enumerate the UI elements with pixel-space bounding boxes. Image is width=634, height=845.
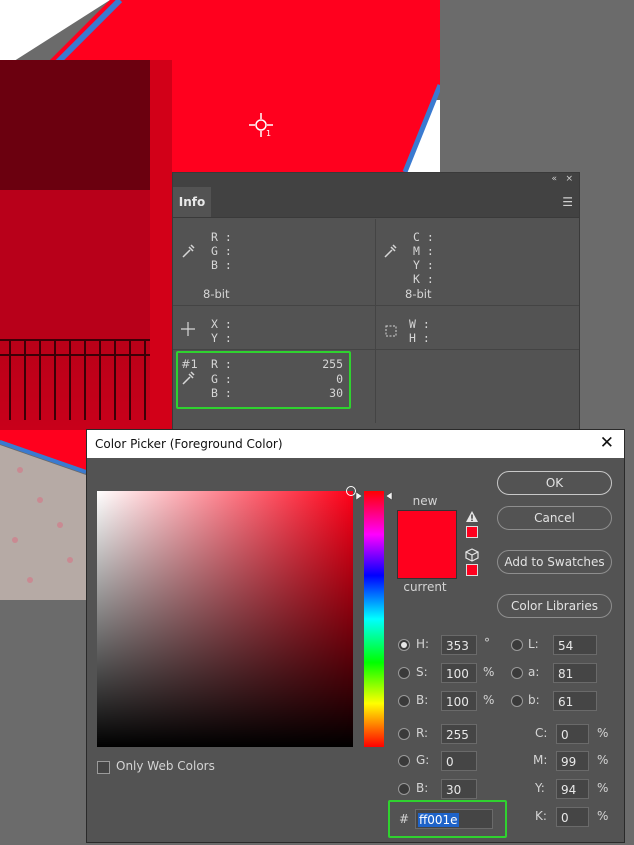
- tab-info[interactable]: Info: [173, 187, 211, 217]
- black-label: K:: [535, 809, 547, 823]
- lab-l-field[interactable]: 54: [553, 635, 597, 655]
- hex-label: #: [399, 812, 410, 826]
- gamut-color-swatch[interactable]: [466, 526, 478, 538]
- lab-a-label: a:: [528, 665, 540, 679]
- cyan-unit: %: [597, 726, 609, 740]
- only-web-colors-checkbox[interactable]: [97, 761, 110, 774]
- hue-slider[interactable]: [364, 491, 384, 747]
- info-y-coord-label: Y :: [211, 331, 232, 345]
- eyedropper-icon: [182, 244, 195, 258]
- add-to-swatches-button[interactable]: Add to Swatches: [497, 550, 612, 574]
- blue-label: B:: [416, 781, 429, 795]
- svg-text:1: 1: [266, 129, 271, 138]
- eyedropper-icon: [182, 371, 195, 385]
- red-field[interactable]: 255: [441, 724, 477, 744]
- ok-button[interactable]: OK: [497, 471, 612, 495]
- radio-hue[interactable]: [398, 639, 410, 651]
- saturation-label: S:: [416, 665, 428, 679]
- info-m-label: M :: [413, 244, 434, 258]
- info-w-label: W :: [409, 317, 430, 331]
- magenta-field[interactable]: 99: [556, 751, 589, 771]
- lab-l-label: L:: [528, 637, 539, 651]
- info-g-label: G :: [211, 244, 232, 258]
- panel-titlebar[interactable]: « ×: [173, 173, 579, 187]
- new-label: new: [412, 494, 438, 508]
- info-x-label: X :: [211, 317, 232, 331]
- dialog-title: Color Picker (Foreground Color): [95, 437, 283, 451]
- radio-brightness[interactable]: [398, 695, 410, 707]
- sampler-b-value: 30: [329, 386, 343, 400]
- radio-lab-l[interactable]: [511, 639, 523, 651]
- radio-lab-b[interactable]: [511, 695, 523, 707]
- cmyk-bitdepth: 8-bit: [405, 287, 432, 301]
- green-field[interactable]: 0: [441, 751, 477, 771]
- sampler-b-label: B :: [211, 386, 232, 400]
- yellow-field[interactable]: 94: [556, 779, 589, 799]
- radio-red[interactable]: [398, 728, 410, 740]
- hue-label: H:: [416, 637, 430, 651]
- lab-b-field[interactable]: 61: [553, 691, 597, 711]
- panel-menu-icon[interactable]: ☰: [562, 195, 573, 209]
- radio-blue[interactable]: [398, 783, 410, 795]
- black-unit: %: [597, 809, 609, 823]
- hue-field[interactable]: 353: [441, 635, 477, 655]
- only-web-colors-label: Only Web Colors: [116, 759, 215, 773]
- web-safe-cube-icon: [465, 548, 479, 562]
- sampler-id: #1: [181, 357, 198, 371]
- brightness-label: B:: [416, 693, 429, 707]
- current-label: current: [403, 580, 447, 594]
- yellow-unit: %: [597, 781, 609, 795]
- web-safe-color-swatch[interactable]: [466, 564, 478, 576]
- close-panel-icon[interactable]: ×: [565, 174, 573, 184]
- sampler-g-label: G :: [211, 372, 232, 386]
- info-k-label: K :: [413, 272, 434, 286]
- out-of-gamut-warning-icon: [466, 511, 478, 522]
- collapse-panel-icon[interactable]: «: [551, 174, 557, 184]
- new-color-swatch: [397, 510, 457, 545]
- info-y-label: Y :: [413, 258, 434, 272]
- brightness-field[interactable]: 100: [441, 691, 477, 711]
- hue-slider-left-arrow-icon[interactable]: [355, 491, 363, 501]
- crosshair-icon: [181, 322, 195, 336]
- hex-field[interactable]: ff001e: [415, 809, 493, 829]
- yellow-label: Y:: [535, 781, 545, 795]
- info-b-label: B :: [211, 258, 232, 272]
- lab-a-field[interactable]: 81: [553, 663, 597, 683]
- color-libraries-button[interactable]: Color Libraries: [497, 594, 612, 618]
- blue-field[interactable]: 30: [441, 779, 477, 799]
- sampler-r-label: R :: [211, 357, 232, 371]
- info-r-label: R :: [211, 230, 232, 244]
- info-panel: « × Info ☰ R : G : B : 8-bit C : M : Y :…: [172, 172, 580, 434]
- sampler-g-value: 0: [336, 372, 343, 386]
- radio-green[interactable]: [398, 755, 410, 767]
- info-h-label: H :: [409, 331, 430, 345]
- cyan-field[interactable]: 0: [556, 724, 589, 744]
- eyedropper-icon: [384, 244, 397, 258]
- lab-b-label: b:: [528, 693, 540, 707]
- saturation-field[interactable]: 100: [441, 663, 477, 683]
- hue-unit: °: [484, 636, 490, 650]
- color-field[interactable]: [97, 491, 353, 747]
- magenta-label: M:: [533, 753, 548, 767]
- radio-lab-a[interactable]: [511, 667, 523, 679]
- magenta-unit: %: [597, 753, 609, 767]
- cancel-button[interactable]: Cancel: [497, 506, 612, 530]
- sampler-r-value: 255: [322, 357, 343, 371]
- cyan-label: C:: [535, 726, 548, 740]
- info-c-label: C :: [413, 230, 434, 244]
- selection-size-icon: [385, 325, 397, 337]
- dialog-titlebar[interactable]: Color Picker (Foreground Color) ✕: [87, 430, 624, 458]
- red-label: R:: [416, 726, 429, 740]
- hex-value: ff001e: [418, 813, 459, 827]
- radio-saturation[interactable]: [398, 667, 410, 679]
- black-field[interactable]: 0: [556, 807, 589, 827]
- color-picker-dialog: Color Picker (Foreground Color) ✕ new cu…: [86, 429, 625, 843]
- rgb-bitdepth: 8-bit: [203, 287, 230, 301]
- current-color-swatch[interactable]: [397, 544, 457, 579]
- close-icon[interactable]: ✕: [600, 433, 614, 453]
- brightness-unit: %: [483, 693, 495, 707]
- hue-slider-right-arrow-icon[interactable]: [385, 491, 393, 501]
- saturation-unit: %: [483, 665, 495, 679]
- green-label: G:: [416, 753, 430, 767]
